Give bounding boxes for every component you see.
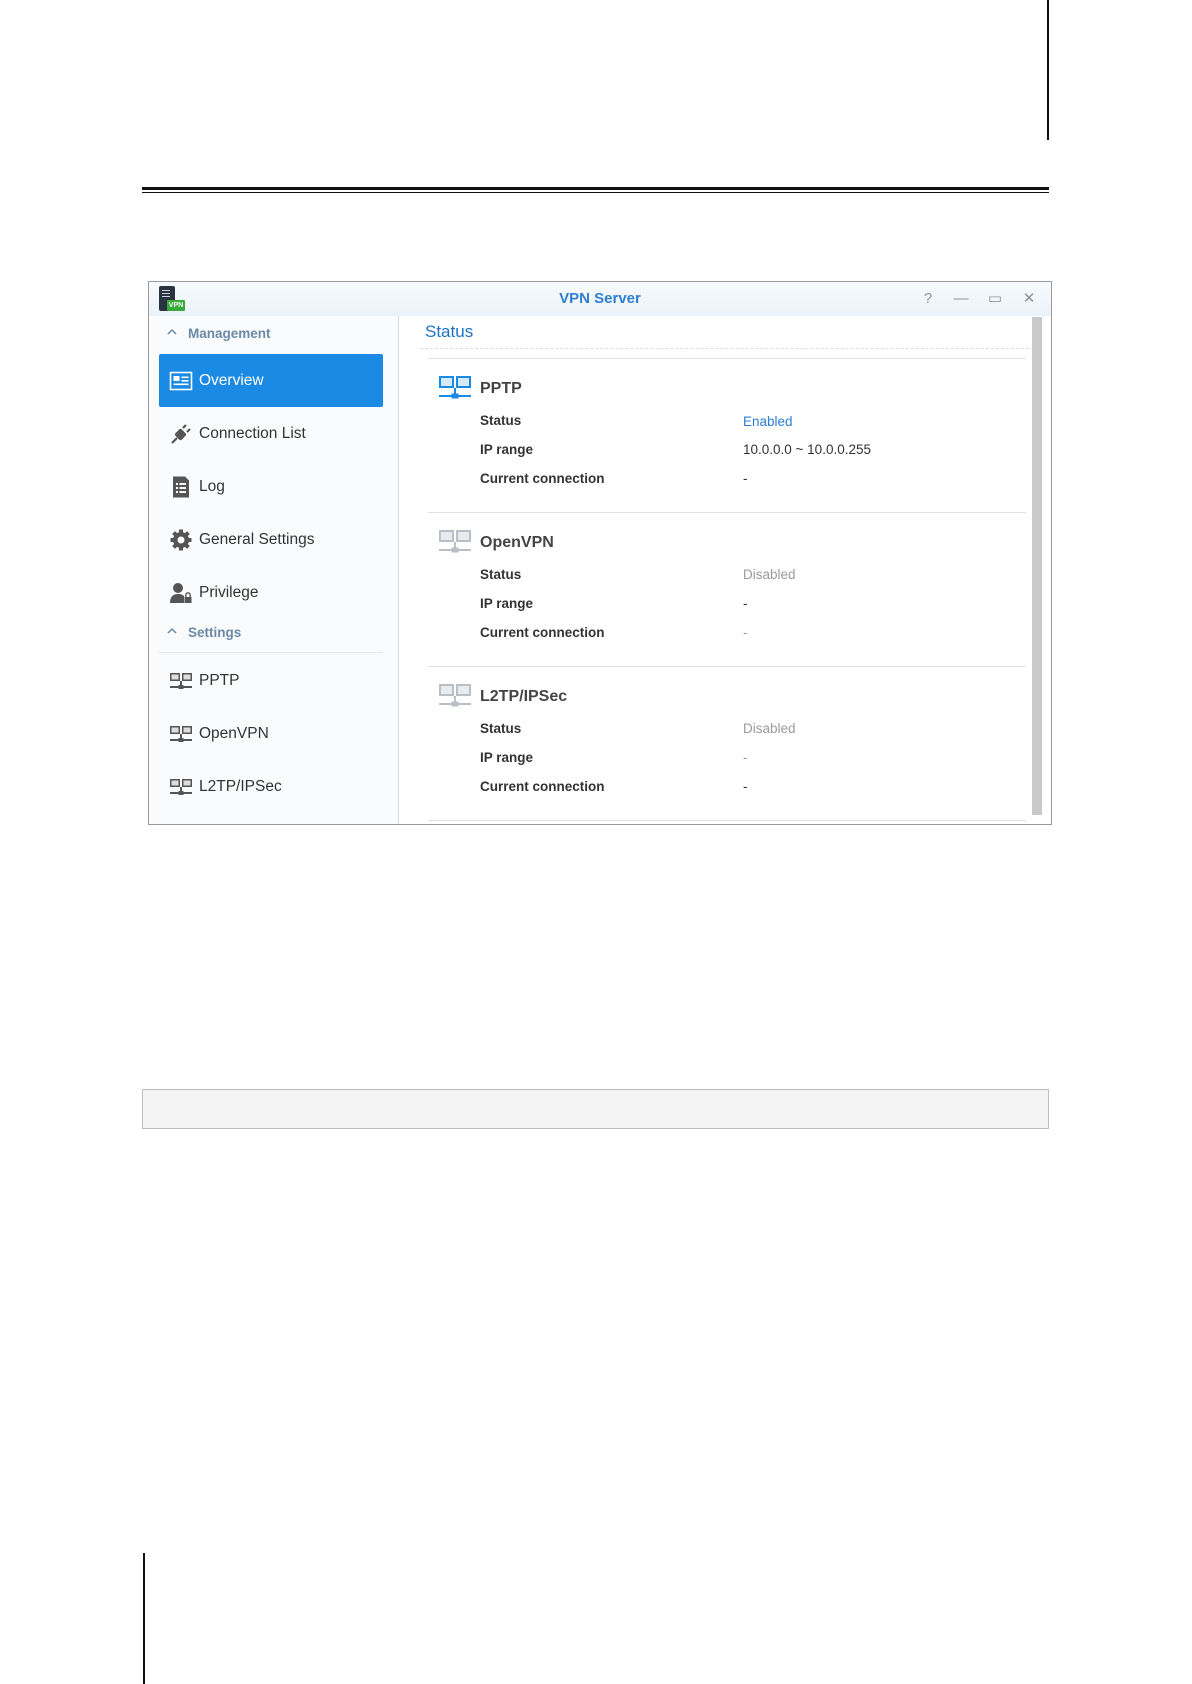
current-connection-value: - [743,779,748,794]
sidebar-item-label: Privilege [199,584,259,601]
section-divider [428,666,1026,667]
sidebar-item-l2tp-ipsec[interactable]: L2TP/IPSec [159,760,383,813]
status-value: Enabled [743,414,793,429]
chevron-up-icon [167,627,177,634]
sidebar-item-connection-list[interactable]: Connection List [159,407,383,460]
current-connection-label: Current connection [480,779,605,794]
sidebar-group-label: Management [188,326,271,341]
section-divider [428,358,1026,359]
title-divider [420,348,1034,349]
plug-icon [171,424,191,444]
sidebar-item-label: PPTP [199,672,240,689]
section-divider [428,512,1026,513]
overview-icon [169,371,193,391]
section-divider [428,820,1026,821]
network-disabled-icon [439,530,471,553]
ip-range-value: - [743,596,748,611]
section-title: PPTP [480,380,522,397]
ip-range-label: IP range [480,750,534,765]
sidebar-item-label: L2TP/IPSec [199,778,282,795]
gear-icon [170,529,192,551]
page-header-rule-thin [142,192,1049,193]
section-title: OpenVPN [480,534,554,551]
status-label: Status [480,413,522,428]
sidebar-item-label: Connection List [199,425,306,442]
main-panel: Status PPTP Status Enabled IP range 10.0… [400,316,1051,824]
current-connection-label: Current connection [480,471,605,486]
status-value: Disabled [743,721,796,736]
network-icon [170,726,192,742]
sidebar: Management Overview Connection List Log … [149,316,399,824]
sidebar-item-general-settings[interactable]: General Settings [159,513,383,566]
page-title: Status [425,322,474,341]
sidebar-item-openvpn[interactable]: OpenVPN [159,707,383,760]
sidebar-item-privilege[interactable]: Privilege [159,566,383,619]
maximize-button[interactable]: ▭ [985,289,1005,309]
network-enabled-icon [439,376,471,399]
sidebar-item-log[interactable]: Log [159,460,383,513]
current-connection-value: - [743,471,748,486]
ip-range-label: IP range [480,442,534,457]
sidebar-item-overview[interactable]: Overview [159,354,383,407]
status-label: Status [480,721,522,736]
network-icon [170,779,192,795]
sidebar-group-settings[interactable]: Settings [167,618,241,648]
sidebar-item-label: General Settings [199,531,315,548]
sidebar-group-management[interactable]: Management [167,319,271,349]
sidebar-item-label: Log [199,478,225,495]
network-disabled-icon [439,684,471,707]
network-icon [170,673,192,689]
ip-range-value: - [743,750,748,765]
status-value: Disabled [743,567,796,582]
section-title: L2TP/IPSec [480,688,568,705]
log-icon [173,476,189,498]
current-connection-value: - [743,625,748,640]
close-button[interactable]: ✕ [1019,289,1039,309]
help-icon[interactable]: ? [918,289,938,309]
user-lock-icon [170,583,192,603]
current-connection-label: Current connection [480,625,605,640]
vpn-server-window: VPN VPN Server ? — ▭ ✕ Management Overvi… [148,281,1052,825]
ip-range-label: IP range [480,596,534,611]
ip-range-value: 10.0.0.0 ~ 10.0.0.255 [743,442,871,457]
sidebar-item-pptp[interactable]: PPTP [159,654,383,707]
note-box [142,1089,1049,1129]
scrollbar[interactable] [1032,317,1042,815]
sidebar-divider [159,652,383,653]
status-label: Status [480,567,522,582]
page-header-rule [142,187,1049,190]
chevron-up-icon [167,328,177,335]
minimize-button[interactable]: — [951,289,971,309]
page-vertical-rule-top [1047,0,1049,140]
sidebar-group-label: Settings [188,625,242,640]
page-vertical-rule-bottom [143,1553,145,1684]
sidebar-item-label: Overview [199,372,264,389]
window-title: VPN Server [559,290,641,307]
title-bar[interactable]: VPN VPN Server ? — ▭ ✕ [149,282,1051,316]
sidebar-item-label: OpenVPN [199,725,269,742]
